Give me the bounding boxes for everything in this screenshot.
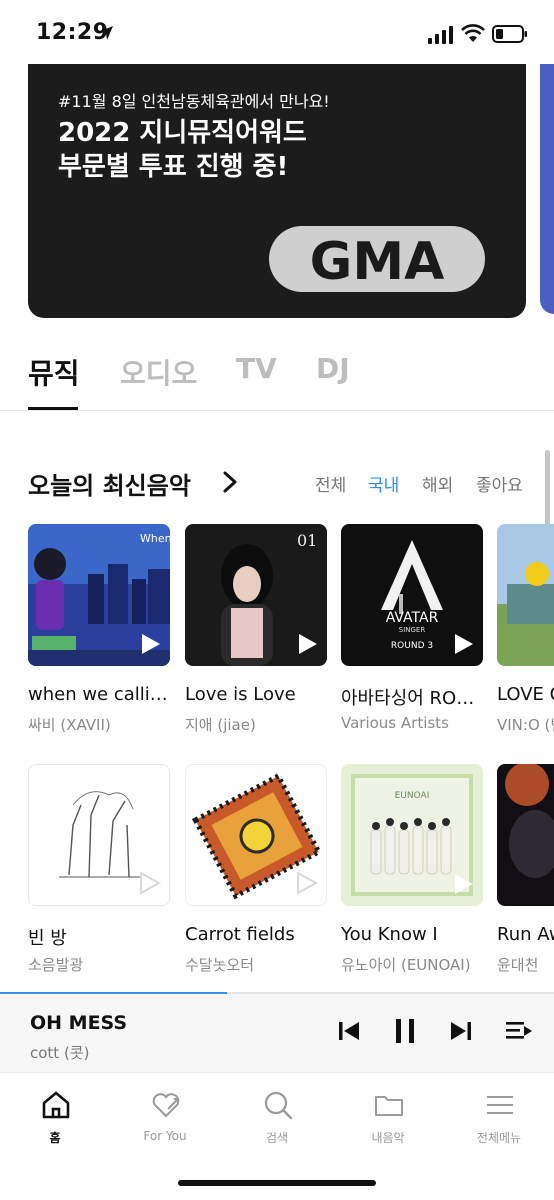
album-card[interactable]: 빈 방 소음발광 [28,764,170,984]
tab-music[interactable]: 뮤직 [28,352,80,392]
tabs-divider [0,410,554,411]
album-artist: 지애 (jiae) [185,716,256,734]
play-icon[interactable] [453,872,475,896]
album-title: Love is Love [185,684,296,705]
album-artist: 소음발광 [28,956,84,974]
album-title: 아바타싱어 ROUND 3 [341,688,483,709]
nav-all-menu[interactable]: 전체메뉴 [444,1089,554,1153]
album-card[interactable]: Carrot fields 수달놋오터 [185,764,327,984]
wifi-icon [461,24,485,42]
album-art-text: EUNOAI [395,791,430,801]
album-cover [185,764,327,906]
album-artist: VIN:O (빈오) [497,716,554,734]
battery-icon [492,25,527,43]
pause-icon[interactable] [390,1016,420,1046]
banner-title-line-1: 2022 지니뮤직어워드 [58,118,307,148]
filter-likes[interactable]: 좋아요 [476,471,523,496]
now-playing-artist: cott (콧) [30,1044,90,1062]
promo-banner[interactable]: #11월 8일 인천남동체육관에서 만나요! 2022 지니뮤직어워드 부문별 … [28,64,526,318]
album-card[interactable]: Run Away 윤대천 [497,764,554,984]
banner-title: 2022 지니뮤직어워드 부문별 투표 진행 중! [58,116,307,184]
filter-all[interactable]: 전체 [315,471,346,496]
nav-home[interactable]: 홈 [0,1089,110,1153]
album-card[interactable]: 01 Love is Love 지애 (jiae) [185,524,327,744]
scroll-indicator[interactable] [545,450,550,528]
home-icon [42,1091,70,1119]
menu-icon [487,1096,513,1114]
album-art-text: ROUND 3 [391,641,433,651]
album-cover [497,524,554,666]
gma-logo: GMA [269,226,485,292]
album-title: Run Away [497,924,554,945]
app-screen: 12:29 #11월 8일 인천남동체육관에서 만나요! 2022 지니뮤직어워… [0,0,554,1200]
filter-domestic[interactable]: 국내 [368,471,399,496]
home-indicator [178,1180,376,1186]
now-playing-title: OH MESS [30,1012,128,1034]
folder-icon [375,1096,403,1116]
album-cover: AVATAR SINGER ROUND 3 [341,524,483,666]
album-cover [28,764,170,906]
album-art-run-away [497,764,554,906]
album-art-text: 01 [297,531,317,550]
search-icon [264,1091,293,1120]
album-title: You Know I [341,924,438,945]
nav-my-music[interactable]: 내음악 [333,1089,443,1153]
nav-label: 내음악 [371,1131,405,1145]
gma-logo-text: GMA [310,232,445,292]
tab-dj[interactable]: DJ [316,352,350,385]
album-artist: Various Artists [341,714,449,732]
location-arrow-icon [99,26,113,40]
banner-title-line-2: 부문별 투표 진행 중! [58,152,289,182]
nav-label: For You [143,1129,187,1143]
play-icon[interactable] [140,632,162,656]
album-cover: When we calling [28,524,170,666]
album-cover [497,764,554,906]
filter-overseas[interactable]: 해외 [422,471,453,496]
previous-track-icon[interactable] [334,1016,364,1046]
album-title: 빈 방 [28,928,67,949]
album-title: when we calling [28,684,170,705]
nav-label: 홈 [49,1131,61,1145]
nav-for-you[interactable]: For You [110,1089,220,1153]
album-card[interactable]: EUNOAI You Know I 유노아이 (EUNOAI) [341,764,483,984]
cellular-signal-icon [428,26,453,44]
play-icon[interactable] [297,632,319,656]
album-artist: 수달놋오터 [185,956,255,974]
album-art-text: When we calling [140,532,170,545]
play-icon[interactable] [139,871,161,895]
tab-audio[interactable]: 오디오 [120,352,197,392]
next-banner-peek[interactable] [540,64,554,314]
play-icon[interactable] [296,871,318,895]
album-cover: EUNOAI [341,764,483,906]
section-title[interactable]: 오늘의 최신음악 [28,466,191,501]
nav-label: 검색 [265,1131,289,1145]
next-track-icon[interactable] [446,1016,476,1046]
album-cover: 01 [185,524,327,666]
album-art-text: AVATAR [386,610,439,626]
album-artist: 유노아이 (EUNOAI) [341,956,471,974]
tab-tv[interactable]: TV [236,352,277,385]
album-card[interactable]: When we calling when we calling 싸비 (XAVI… [28,524,170,744]
album-artist: 윤대천 [497,956,539,974]
album-title: Carrot fields [185,924,295,945]
album-title: LOVE ON [497,684,554,705]
heart-icon [152,1093,180,1118]
album-card[interactable]: AVATAR SINGER ROUND 3 아바타싱어 ROUND 3 Vari… [341,524,483,744]
play-icon[interactable] [453,632,475,656]
chevron-right-icon[interactable] [220,470,240,494]
album-card[interactable]: LOVE ON VIN:O (빈오) [497,524,554,744]
status-bar: 12:29 [0,0,554,64]
nav-search[interactable]: 검색 [222,1089,332,1153]
album-art-text: SINGER [399,626,426,634]
mini-player[interactable]: OH MESS cott (콧) [0,994,554,1072]
banner-subtitle: #11월 8일 인천남동체육관에서 만나요! [58,92,330,111]
nav-label: 전체메뉴 [476,1131,522,1145]
album-art-love-on [497,524,554,666]
album-artist: 싸비 (XAVII) [28,716,111,734]
playlist-icon[interactable] [504,1016,534,1046]
